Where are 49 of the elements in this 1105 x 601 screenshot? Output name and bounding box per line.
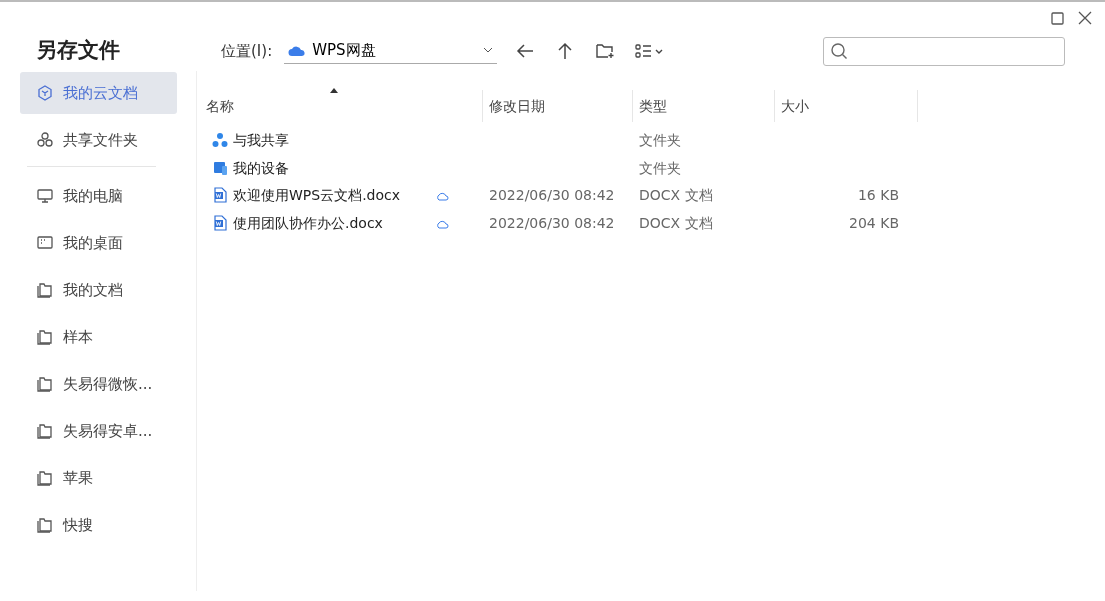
column-header[interactable]: 类型 (639, 95, 667, 117)
folder-icon (37, 329, 53, 345)
sidebar-item[interactable]: 我的文档 (20, 269, 177, 311)
folder-icon (37, 517, 53, 533)
modified-date: 2022/06/30 08:42 (489, 214, 615, 231)
sidebar-item[interactable]: 快搜 (20, 504, 177, 546)
column-header[interactable]: 大小 (781, 95, 809, 117)
dialog-title: 另存文件 (35, 37, 121, 65)
file-type: 文件夹 (639, 159, 681, 176)
sidebar-item[interactable]: 失易得微恢... (20, 363, 177, 405)
file-size: 16 KB (857, 187, 899, 204)
desktop-icon (37, 235, 53, 251)
sidebar-item[interactable]: 共享文件夹 (20, 119, 177, 161)
folder-icon (37, 282, 53, 298)
file-size: 204 KB (849, 214, 899, 231)
column-header[interactable]: 修改日期 (489, 95, 545, 117)
word-document-icon (212, 214, 229, 232)
sidebar-item[interactable]: 我的云文档 (20, 72, 177, 114)
file-name[interactable]: 欢迎使用WPS云文档.docx (233, 185, 401, 207)
search-icon (830, 42, 848, 60)
file-type: 文件夹 (639, 132, 681, 149)
caret-icon (483, 47, 494, 54)
location-label: 位置(I): (221, 40, 273, 62)
modified-date: 2022/06/30 08:42 (489, 187, 615, 204)
shared-people-icon (212, 132, 229, 150)
sidebar-item[interactable]: 我的桌面 (20, 222, 177, 264)
file-name[interactable]: 使用团队协作办公.docx (233, 212, 383, 234)
device-icon (212, 159, 229, 177)
close-icon (1078, 11, 1092, 25)
folder-icon (37, 376, 53, 392)
column-header[interactable]: 名称 (206, 95, 234, 117)
share-icon (37, 132, 53, 148)
monitor-icon (37, 188, 53, 204)
file-name[interactable]: 我的设备 (233, 157, 289, 179)
file-type: DOCX 文档 (639, 187, 713, 204)
cube-icon (37, 85, 53, 101)
word-document-icon (212, 187, 229, 205)
sidebar-item[interactable]: 样本 (20, 316, 177, 358)
cloud-icon (288, 44, 307, 57)
sidebar-item[interactable]: 失易得安卓... (20, 410, 177, 452)
location-dropdown[interactable]: WPS网盘 (284, 38, 498, 64)
search-field[interactable] (823, 36, 1065, 66)
file-type: DOCX 文档 (639, 214, 713, 231)
sidebar-item[interactable]: 苹果 (20, 457, 177, 499)
folder-icon (37, 470, 53, 486)
file-name[interactable]: 与我共享 (233, 130, 289, 152)
sidebar-item[interactable]: 我的电脑 (20, 175, 177, 217)
folder-icon (37, 423, 53, 439)
maximize-icon (1050, 11, 1064, 25)
